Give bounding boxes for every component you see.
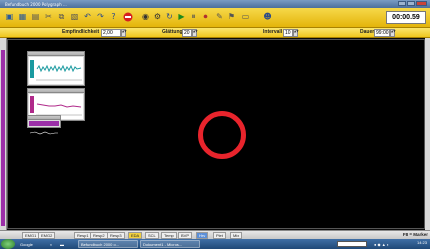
highlight-circle [198, 111, 246, 159]
sensitivity-input[interactable]: 2,00 [101, 29, 121, 37]
channel-button-scl[interactable]: SCL [145, 232, 159, 239]
stop-icon[interactable] [122, 11, 133, 22]
pause-icon[interactable]: ⏸ [188, 11, 199, 22]
channel-button-emg2[interactable]: EMG2 [38, 232, 56, 239]
undo-icon[interactable]: ↶ [82, 11, 93, 22]
title-bar: Befundbuch 2000 Polygraph ... [0, 0, 430, 8]
channel-button-resp1[interactable]: Resp1 [74, 232, 92, 239]
smoothing-input[interactable]: 20 [182, 29, 192, 37]
panel-plot-area [29, 121, 59, 135]
user-icon[interactable]: ☻ [262, 11, 273, 22]
duration-input[interactable]: 99:00 [374, 29, 390, 37]
save-icon[interactable]: ▦ [17, 11, 28, 22]
settings-bar: Empfindlichkeit 2,00 ▲▼ Glättung 20 ▲▼ I… [0, 28, 430, 38]
tray-icons: ● ◆ ▲ ◐ [374, 241, 390, 247]
taskbar-item-word[interactable]: Dokument1 - Micros... [140, 240, 200, 248]
settings-icon[interactable]: ⚙ [152, 11, 163, 22]
play-icon[interactable]: ▶ [176, 11, 187, 22]
main-toolbar: ▣ ▦ ▤ ✂ ⧉ ▧ ↶ ↷ ? ◉ ⚙ ↻ ▶ ⏸ ⏺ ✎ ⚑ ▭ ☻ 00… [0, 8, 430, 28]
smoothing-spinner[interactable]: ▲▼ [192, 29, 198, 37]
channel-button-eda[interactable]: EDA [128, 232, 143, 239]
channel-button-resp2[interactable]: Resp2 [90, 232, 108, 239]
recording-canvas[interactable] [7, 39, 425, 229]
marker-icon[interactable]: ✎ [214, 11, 225, 22]
interval-input[interactable]: 10 [283, 29, 293, 37]
channel-button-resp3[interactable]: Resp3 [107, 232, 125, 239]
channel-button-hrv[interactable]: Hrv [196, 232, 209, 239]
folder-icon[interactable]: ▬ [58, 240, 66, 248]
interval-label: Intervall [263, 29, 283, 35]
marker-hint: F8 = Marker [402, 232, 428, 237]
help-icon[interactable]: ? [108, 11, 119, 22]
channel-toolbar: EMG1 EMG2 Resp1 Resp2 Resp3 EDA SCL Temp… [0, 230, 430, 239]
sensitivity-spinner[interactable]: ▲▼ [121, 29, 127, 37]
channel-button-temp[interactable]: Temp [161, 232, 177, 239]
copy-icon[interactable]: ⧉ [56, 11, 67, 22]
flag-icon[interactable]: ⚑ [226, 11, 237, 22]
smoothing-label: Glättung [162, 29, 183, 35]
window-controls [398, 1, 427, 6]
ie-icon[interactable]: ◐ [48, 240, 54, 248]
channel-button-emg1[interactable]: EMG1 [22, 232, 40, 239]
left-rail [0, 38, 7, 230]
eye-icon[interactable]: ◉ [140, 11, 151, 22]
window-icon[interactable]: ▭ [240, 11, 251, 22]
duration-label: Dauer [360, 29, 375, 35]
close-button[interactable] [416, 1, 427, 6]
taskbar-search-box[interactable] [337, 241, 367, 247]
duration-spinner[interactable]: ▲▼ [390, 29, 396, 37]
taskbar-clock: 14:23 [416, 240, 427, 245]
waveform-panel-1[interactable] [27, 51, 85, 86]
sensitivity-label: Empfindlichkeit [62, 29, 100, 35]
windows-taskbar: Google ◐ ▬ Befundbuch 2000 o... Dokument… [0, 239, 430, 249]
refresh-icon[interactable]: ↻ [164, 11, 175, 22]
waveform-trace-3 [29, 131, 58, 135]
interval-spinner[interactable]: ▲▼ [293, 29, 299, 37]
taskbar-item-befundbuch[interactable]: Befundbuch 2000 o... [78, 240, 138, 248]
channel-button-bvp[interactable]: BVP [178, 232, 193, 239]
print-icon[interactable]: ▤ [30, 11, 41, 22]
panel-title-bar[interactable] [28, 116, 60, 120]
taskbar-item-google[interactable]: Google [18, 240, 35, 248]
redo-icon[interactable]: ↷ [95, 11, 106, 22]
channel-button-mix[interactable]: Mix [230, 232, 243, 239]
channel-button-plet[interactable]: Plet [213, 232, 226, 239]
waveform-panel-3[interactable] [27, 115, 61, 135]
application-window: Befundbuch 2000 Polygraph ... ▣ ▦ ▤ ✂ ⧉ … [0, 0, 430, 249]
open-icon[interactable]: ▣ [4, 11, 15, 22]
start-button[interactable] [1, 239, 15, 249]
record-icon[interactable]: ⏺ [200, 11, 211, 22]
panel-title-bar[interactable] [28, 52, 84, 56]
elapsed-time-display: 00:00.59 [386, 11, 426, 24]
panel-plot-area [29, 57, 83, 84]
vertical-scrollbar[interactable] [425, 38, 430, 230]
minimize-button[interactable] [398, 1, 406, 6]
cut-icon[interactable]: ✂ [43, 11, 54, 22]
waveform-trace-1 [30, 60, 82, 81]
panel-title-bar[interactable] [28, 89, 84, 93]
maximize-button[interactable] [407, 1, 415, 6]
paste-icon[interactable]: ▧ [69, 11, 80, 22]
window-title: Befundbuch 2000 Polygraph ... [5, 1, 67, 7]
channel-indicator-bar [1, 50, 5, 226]
